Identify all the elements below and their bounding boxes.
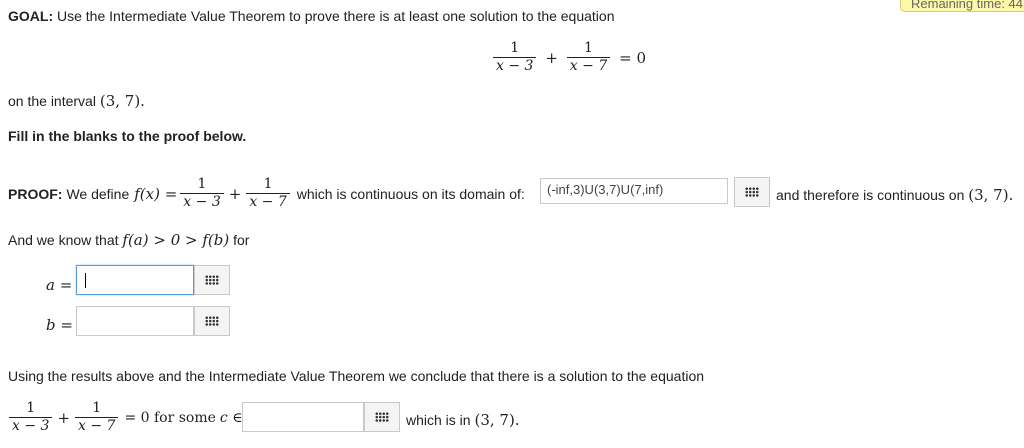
which-is-in-text: which is in (3, 7). (406, 411, 520, 429)
conclusion-text: Using the results above and the Intermed… (8, 368, 705, 384)
a-input[interactable] (76, 265, 194, 295)
proof-line: PROOF: We define f(x) = 1 x − 3 + 1 x − … (8, 176, 525, 211)
conclusion-fraction-1: 1 x − 3 (9, 400, 53, 435)
proof-fraction-1: 1 x − 3 (180, 176, 224, 211)
goal-interval-line: on the interval (3, 7). (8, 92, 145, 110)
goal-interval: (3, 7). (99, 92, 145, 110)
proof-label: PROOF: (8, 185, 63, 202)
goal-fraction-1: 1 x − 3 (493, 40, 537, 75)
conclusion-fraction-2: 1 x − 7 (75, 400, 119, 435)
a-label: a = (46, 276, 73, 294)
b-keypad-button[interactable] (194, 306, 230, 336)
fx-label: f(x) = (134, 184, 178, 203)
goal-label: GOAL: (8, 8, 54, 24)
grid-keypad-icon (745, 187, 759, 197)
b-label: b = (46, 316, 73, 334)
domain-keypad-button[interactable] (734, 177, 770, 207)
know-line: And we know that f(a) > 0 > f(b) for (8, 231, 250, 249)
c-input[interactable] (242, 402, 364, 432)
goal-text: Use the Intermediate Value Theorem to pr… (57, 8, 615, 24)
proof-fraction-2: 1 x − 7 (246, 176, 290, 211)
a-keypad-button[interactable] (194, 265, 230, 295)
instruction: Fill in the blanks to the proof below. (8, 128, 247, 144)
goal-line: GOAL: Use the Intermediate Value Theorem… (8, 8, 615, 24)
grid-keypad-icon (205, 275, 219, 285)
text-caret (85, 273, 86, 289)
b-input[interactable] (76, 306, 194, 336)
grid-keypad-icon (205, 316, 219, 326)
grid-keypad-icon (375, 412, 389, 422)
goal-equation: 1 x − 3 + 1 x − 7 = 0 (490, 40, 648, 75)
goal-fraction-2: 1 x − 7 (566, 40, 611, 75)
therefore-text: and therefore is continuous on (3, 7). (776, 186, 1014, 204)
c-keypad-button[interactable] (364, 402, 400, 432)
remaining-time-badge: Remaining time: 44 (900, 0, 1024, 12)
inequality: f(a) > 0 > f(b) (122, 231, 230, 249)
conclusion-equation: 1 x − 3 + 1 x − 7 = 0 for some c ∈ (6, 400, 243, 435)
domain-input[interactable]: (-inf,3)U(3,7)U(7,inf) (540, 178, 728, 204)
